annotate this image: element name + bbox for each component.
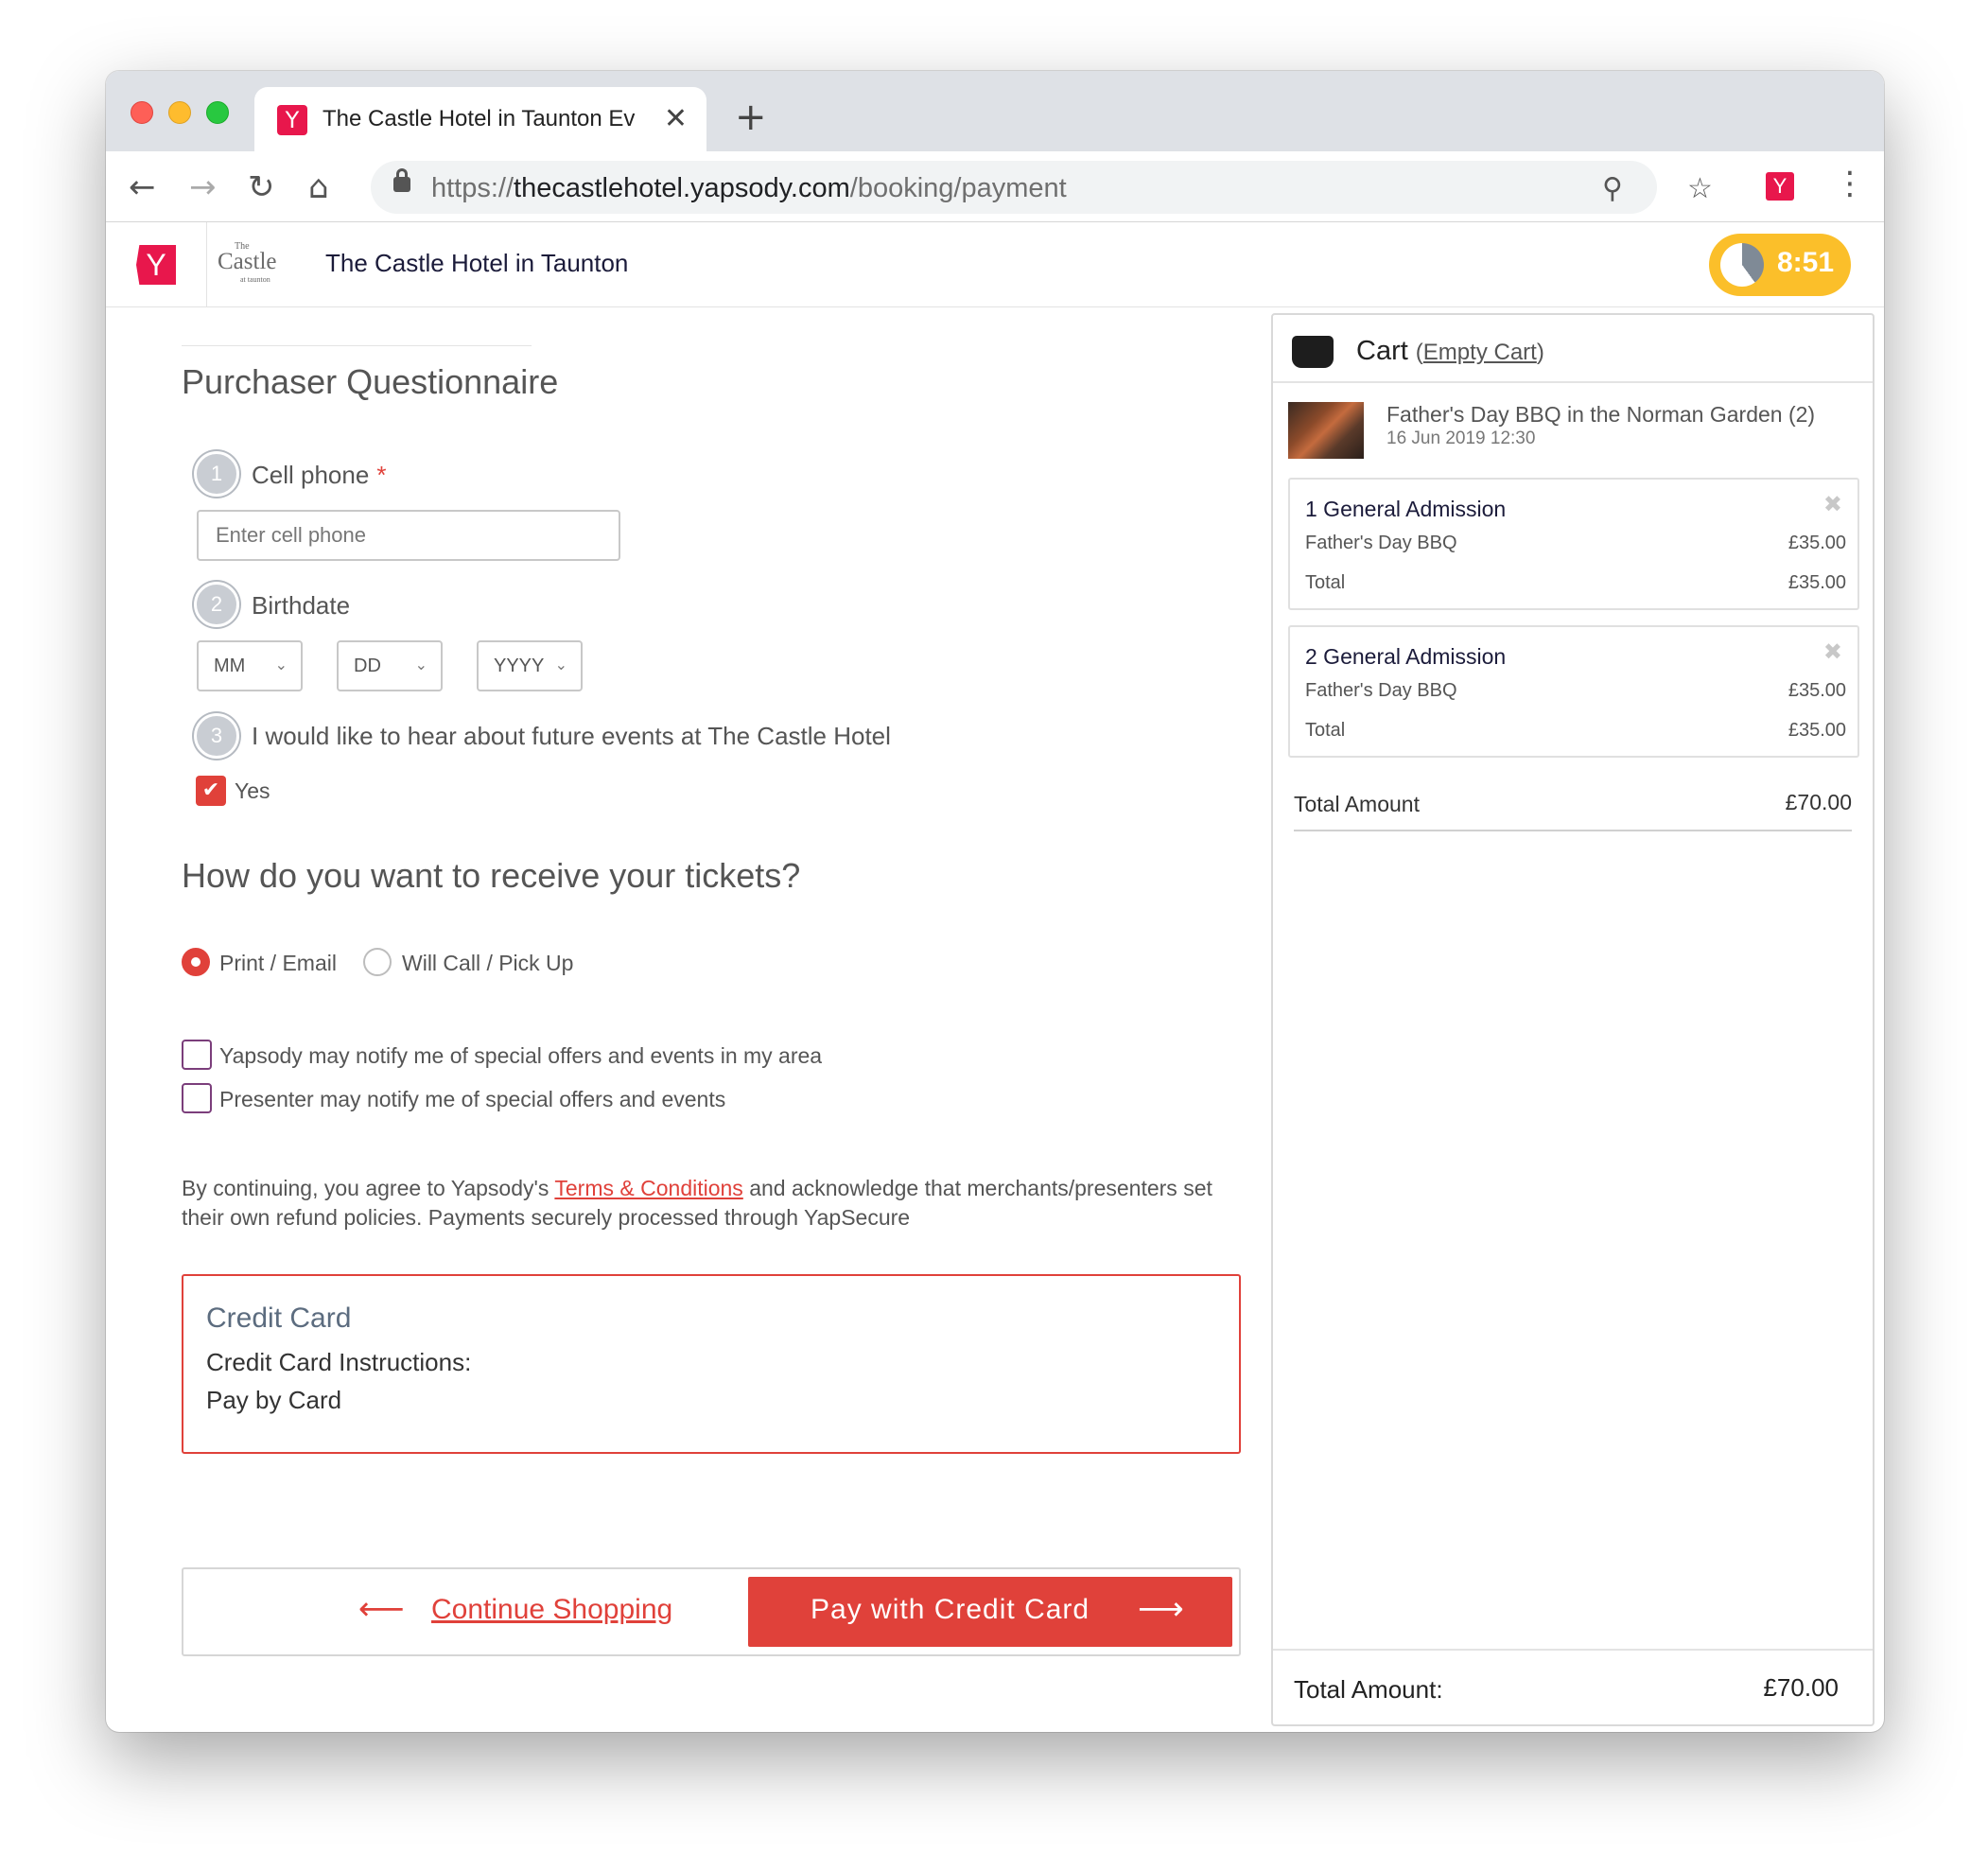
birth-year-select[interactable]: YYYY ⌄ <box>477 640 583 691</box>
yapsody-notify-checkbox[interactable] <box>182 1040 212 1070</box>
browser-toolbar: ← → ↻ ⌂ https://thecastlehotel.yapsody.c… <box>106 151 1884 222</box>
question-number: 1 <box>194 451 239 497</box>
timer-text: 8:51 <box>1777 247 1835 278</box>
continue-shopping-link[interactable]: Continue Shopping <box>431 1594 672 1626</box>
birthdate-label: Birthdate <box>252 591 351 620</box>
browser-tab[interactable]: Y The Castle Hotel in Taunton Ev ✕ <box>254 87 706 151</box>
will-call-radio[interactable] <box>363 948 392 976</box>
arrow-left-icon[interactable]: ⟵ <box>358 1590 405 1628</box>
presenter-notify-label[interactable]: Presenter may notify me of special offer… <box>219 1087 725 1112</box>
remove-item-icon[interactable]: ✖ <box>1823 491 1842 517</box>
url-text[interactable]: https://thecastlehotel.yapsody.com/booki… <box>431 173 1067 204</box>
credit-card-option[interactable]: Credit Card Credit Card Instructions: Pa… <box>182 1274 1241 1454</box>
divider <box>182 345 532 346</box>
question-number: 2 <box>194 582 239 627</box>
browser-menu-icon[interactable]: ⋮ <box>1834 165 1866 202</box>
ticket-icon <box>1292 336 1334 368</box>
arrow-right-icon: ⟶ <box>1138 1590 1184 1628</box>
future-events-checkbox[interactable]: ✔ <box>196 776 226 806</box>
cart-item-total: Total £35.00 <box>1305 572 1846 593</box>
print-email-label[interactable]: Print / Email <box>219 951 337 976</box>
credit-card-instructions: Pay by Card <box>206 1386 342 1414</box>
question-number: 3 <box>194 713 239 759</box>
empty-cart-link[interactable]: Empty Cart <box>1423 340 1537 365</box>
home-icon[interactable]: ⌂ <box>308 168 329 206</box>
back-icon[interactable]: ← <box>129 168 156 206</box>
chevron-down-icon: ⌄ <box>274 656 288 673</box>
new-tab-button[interactable]: + <box>735 96 767 139</box>
remove-item-icon[interactable]: ✖ <box>1823 638 1842 665</box>
reload-icon[interactable]: ↻ <box>248 168 275 206</box>
session-timer: 8:51 <box>1709 234 1851 296</box>
birth-day-select[interactable]: DD ⌄ <box>337 640 443 691</box>
event-thumbnail <box>1288 402 1364 459</box>
terms-text: By continuing, you agree to Yapsody's Te… <box>182 1176 1212 1230</box>
cart-item: 2 General Admission ✖ Father's Day BBQ £3… <box>1288 625 1859 758</box>
future-events-yes-label[interactable]: Yes <box>235 778 270 804</box>
terms-link[interactable]: Terms & Conditions <box>554 1176 742 1200</box>
title-bar: Y The Castle Hotel in Taunton Ev ✕ + <box>106 71 1884 151</box>
cart-item-line: Father's Day BBQ £35.00 <box>1305 533 1846 553</box>
cell-phone-input[interactable] <box>197 510 620 561</box>
pay-with-credit-card-button[interactable]: Pay with Credit Card ⟶ <box>748 1577 1232 1647</box>
minimize-window-button[interactable] <box>168 101 191 124</box>
delivery-title: How do you want to receive your tickets? <box>182 856 801 895</box>
print-email-radio[interactable] <box>182 948 210 976</box>
credit-card-title: Credit Card <box>206 1303 352 1334</box>
yapsody-favicon-icon: Y <box>277 105 307 135</box>
app-header: Y The Castle at taunton The Castle Hotel… <box>106 222 1884 307</box>
yapsody-logo[interactable]: Y <box>136 245 176 285</box>
future-events-label: I would like to hear about future events… <box>252 722 891 750</box>
cart-title: Cart (Empty Cart) <box>1356 336 1544 366</box>
event-date: 16 Jun 2019 12:30 <box>1386 428 1536 448</box>
questionnaire-title: Purchaser Questionnaire <box>182 362 559 401</box>
pay-button-label: Pay with Credit Card <box>811 1594 1090 1625</box>
checkout-footer: ⟵ Continue Shopping Pay with Credit Card… <box>182 1567 1241 1656</box>
cart-total: Total Amount £70.00 <box>1294 784 1852 831</box>
cart-footer-total: Total Amount: £70.00 <box>1273 1649 1873 1728</box>
venue-name[interactable]: The Castle Hotel in Taunton <box>325 249 628 278</box>
cart-item-title: 1 General Admission <box>1305 497 1507 521</box>
cart-item: 1 General Admission ✖ Father's Day BBQ £3… <box>1288 478 1859 610</box>
will-call-label[interactable]: Will Call / Pick Up <box>402 951 573 976</box>
event-name: Father's Day BBQ in the Norman Garden (2… <box>1386 402 1816 427</box>
cart-panel: Cart (Empty Cart) Father's Day BBQ in the… <box>1271 313 1875 1726</box>
presenter-notify-checkbox[interactable] <box>182 1083 212 1113</box>
address-bar[interactable]: https://thecastlehotel.yapsody.com/booki… <box>371 161 1657 214</box>
castle-hotel-logo[interactable]: The Castle at taunton <box>218 241 289 290</box>
forward-icon[interactable]: → <box>189 168 217 206</box>
checkout-form: Purchaser Questionnaire 1 Cell phone* 2 … <box>106 307 1269 1732</box>
chevron-down-icon: ⌄ <box>554 656 567 673</box>
close-window-button[interactable] <box>131 101 153 124</box>
chevron-down-icon: ⌄ <box>414 656 427 673</box>
yapsody-notify-label[interactable]: Yapsody may notify me of special offers … <box>219 1043 822 1069</box>
browser-window: Y The Castle Hotel in Taunton Ev ✕ + ← →… <box>106 71 1884 1732</box>
cart-header: Cart (Empty Cart) <box>1273 315 1873 383</box>
yapsody-extension-icon[interactable]: Y <box>1766 172 1794 201</box>
required-marker: * <box>376 461 387 489</box>
cell-phone-label: Cell phone * <box>252 461 387 489</box>
credit-card-instructions-label: Credit Card Instructions: <box>206 1348 472 1376</box>
zoom-icon[interactable]: ⚲ <box>1602 172 1623 205</box>
header-divider <box>206 222 207 307</box>
cart-item-title: 2 General Admission <box>1305 644 1507 669</box>
close-tab-icon[interactable]: ✕ <box>664 102 688 135</box>
cart-item-total: Total £35.00 <box>1305 720 1846 741</box>
lock-icon[interactable] <box>393 168 410 192</box>
timer-pie-icon <box>1720 243 1764 287</box>
bookmark-star-icon[interactable]: ☆ <box>1687 172 1713 205</box>
cart-item-line: Father's Day BBQ £35.00 <box>1305 680 1846 701</box>
tab-title: The Castle Hotel in Taunton Ev <box>323 106 636 131</box>
maximize-window-button[interactable] <box>206 101 229 124</box>
birth-month-select[interactable]: MM ⌄ <box>197 640 303 691</box>
